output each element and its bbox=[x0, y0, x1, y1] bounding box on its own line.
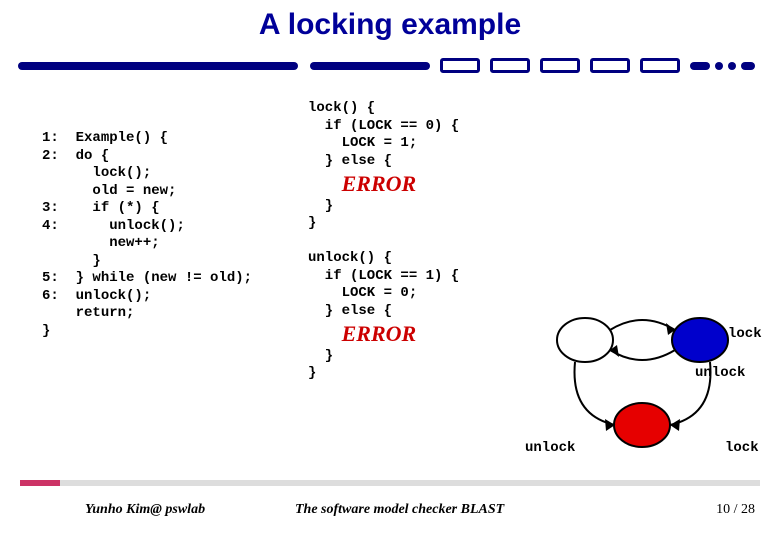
lock-unlock-code: lock() { if (LOCK == 0) { LOCK = 1; } el… bbox=[308, 100, 459, 383]
code-text: new++; bbox=[76, 235, 160, 251]
code-text: } bbox=[308, 215, 316, 231]
line-num: 1: bbox=[42, 130, 59, 146]
diagram-svg bbox=[530, 290, 770, 490]
code-text: if (LOCK == 1) { bbox=[308, 268, 459, 284]
code-text: } bbox=[308, 365, 316, 381]
code-text: LOCK = 0; bbox=[308, 285, 417, 301]
code-text: } bbox=[76, 253, 101, 269]
code-text: return; bbox=[76, 305, 135, 321]
top-decoration bbox=[0, 52, 780, 80]
label-unlock: unlock bbox=[695, 365, 745, 381]
slide-footer: Yunho Kim@ pswlab The software model che… bbox=[0, 480, 780, 540]
line-num: 5: bbox=[42, 270, 59, 286]
code-text: lock(); bbox=[76, 165, 152, 181]
code-text: } bbox=[42, 323, 50, 339]
example-code: 1: Example() { 2: do { lock(); old = new… bbox=[42, 130, 252, 340]
code-text: lock() { bbox=[308, 100, 375, 116]
error-label: ERROR bbox=[342, 321, 417, 346]
footer-author: Yunho Kim@ pswlab bbox=[85, 502, 205, 518]
slide-title: A locking example bbox=[0, 0, 780, 42]
state-diagram: lock unlock unlock lock bbox=[530, 290, 770, 490]
label-lock: lock bbox=[725, 440, 759, 456]
label-lock: lock bbox=[728, 326, 762, 342]
code-text: old = new; bbox=[76, 183, 177, 199]
code-text: unlock(); bbox=[76, 218, 185, 234]
page-sep: / bbox=[730, 502, 741, 517]
page-current: 10 bbox=[716, 502, 730, 517]
line-num: 6: bbox=[42, 288, 59, 304]
code-text: LOCK = 1; bbox=[308, 135, 417, 151]
code-text: Example() { bbox=[76, 130, 168, 146]
code-text: } while (new != old); bbox=[76, 270, 252, 286]
code-text: } else { bbox=[308, 153, 392, 169]
code-text: unlock() { bbox=[308, 250, 392, 266]
progress-bar bbox=[20, 480, 760, 486]
code-text: } else { bbox=[308, 303, 392, 319]
error-label: ERROR bbox=[342, 171, 417, 196]
page-total: 28 bbox=[741, 502, 755, 517]
footer-subject: The software model checker BLAST bbox=[295, 502, 504, 518]
line-num: 2: bbox=[42, 148, 59, 164]
code-text: } bbox=[308, 198, 333, 214]
footer-page: 10 / 28 bbox=[716, 502, 755, 518]
code-text: } bbox=[308, 348, 333, 364]
code-text: if (LOCK == 0) { bbox=[308, 118, 459, 134]
code-text: unlock(); bbox=[76, 288, 152, 304]
code-text: if (*) { bbox=[76, 200, 160, 216]
label-unlock: unlock bbox=[525, 440, 575, 456]
code-text: do { bbox=[76, 148, 110, 164]
line-num: 3: bbox=[42, 200, 59, 216]
line-num: 4: bbox=[42, 218, 59, 234]
